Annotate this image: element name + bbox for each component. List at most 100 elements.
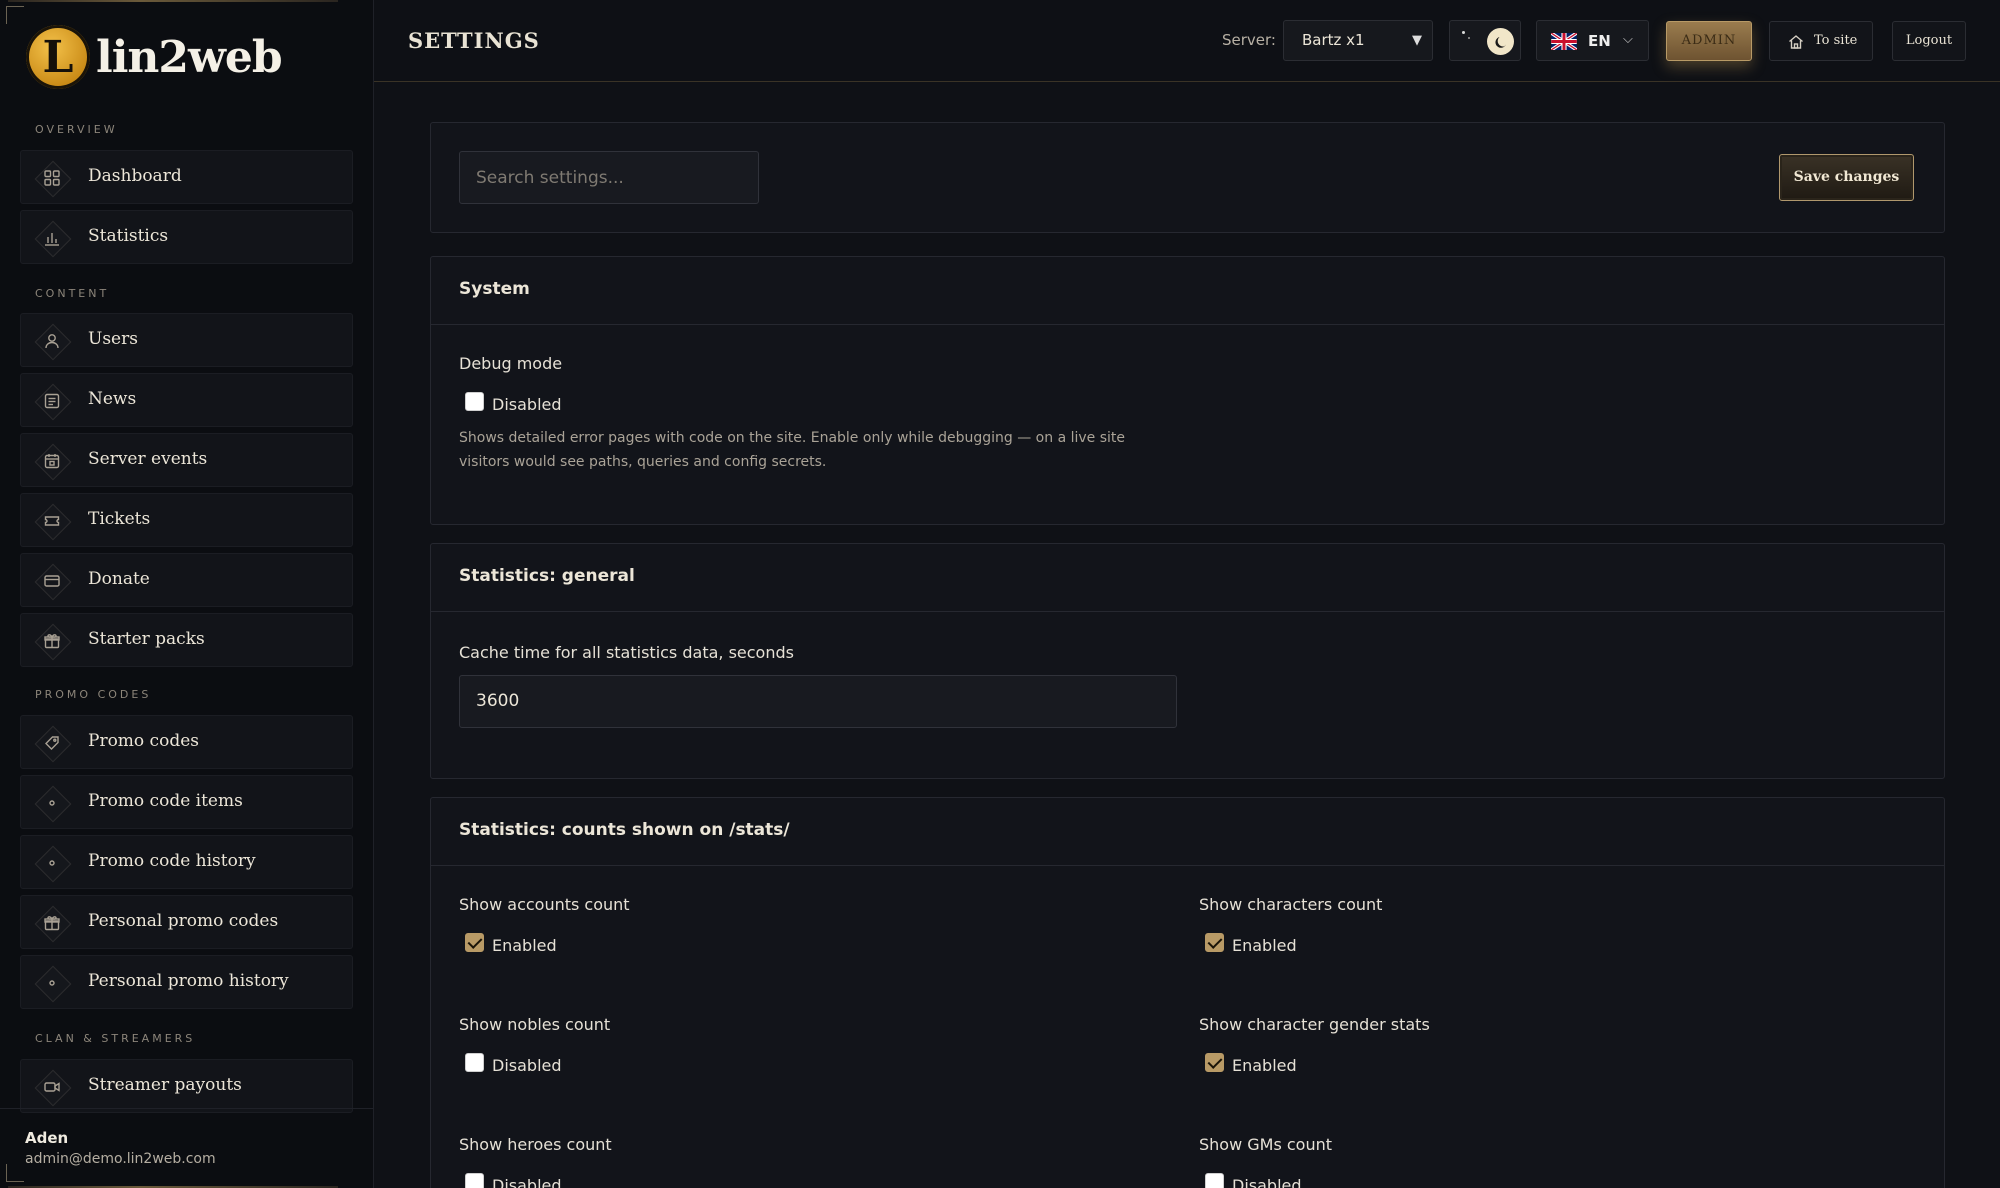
server-select-value: Bartz x1	[1302, 31, 1365, 49]
section-label-promo: Promo codes	[35, 688, 152, 701]
chevron-down-icon: ▼	[1412, 33, 1422, 48]
gms-count-label: Show GMs count	[1199, 1135, 1333, 1154]
page-title: SETTINGS	[408, 28, 540, 53]
sidebar-item-starter-packs[interactable]: Starter packs	[20, 613, 353, 667]
sidebar-item-label: Promo code history	[88, 851, 256, 871]
sidebar-item-promo-code-items[interactable]: Promo code items	[20, 775, 353, 829]
card-title: Statistics: general	[459, 566, 635, 586]
sidebar-item-label: Personal promo history	[88, 971, 289, 991]
user-email: admin@demo.lin2web.com	[25, 1151, 216, 1167]
sidebar-item-label: Promo code items	[88, 791, 243, 811]
gender-stats-checkbox[interactable]	[1205, 1053, 1224, 1072]
logo-text: lin2web	[96, 31, 283, 83]
gms-count-state: Disabled	[1232, 1176, 1302, 1188]
characters-count-label: Show characters count	[1199, 895, 1383, 914]
sidebar-item-dashboard[interactable]: Dashboard	[20, 150, 353, 204]
save-button[interactable]: Save changes	[1779, 154, 1914, 201]
gender-stats-label: Show character gender stats	[1199, 1015, 1430, 1034]
gift-icon	[35, 624, 69, 658]
sidebar-item-label: Personal promo codes	[88, 911, 279, 931]
sidebar-item-label: Users	[88, 329, 138, 349]
server-select[interactable]: Bartz x1 ▼	[1283, 20, 1433, 61]
calendar-icon	[35, 444, 69, 478]
card-header: Statistics: general	[431, 544, 1944, 612]
statistics-counts-card: Statistics: counts shown on /stats/ Show…	[430, 797, 1945, 1188]
gift-icon	[35, 906, 69, 940]
gms-count-checkbox[interactable]	[1205, 1173, 1224, 1188]
characters-count-checkbox[interactable]	[1205, 933, 1224, 952]
accounts-count-state: Enabled	[492, 936, 557, 955]
sidebar-item-personal-promo-codes[interactable]: Personal promo codes	[20, 895, 353, 949]
sidebar-item-tickets[interactable]: Tickets	[20, 493, 353, 547]
nobles-count-checkbox[interactable]	[465, 1053, 484, 1072]
sidebar-item-label: Tickets	[88, 509, 151, 529]
debug-mode-label: Debug mode	[459, 354, 563, 373]
cache-time-input[interactable]: 3600	[459, 675, 1177, 728]
theme-toggle[interactable]	[1449, 20, 1521, 61]
corner-ornament	[6, 6, 24, 24]
nobles-count-label: Show nobles count	[459, 1015, 611, 1034]
section-label-content: Content	[35, 287, 110, 300]
sidebar-item-donate[interactable]: Donate	[20, 553, 353, 607]
star-icon	[1462, 31, 1465, 34]
sidebar-item-label: Statistics	[88, 226, 169, 246]
section-label-clan: Clan & streamers	[35, 1032, 196, 1045]
dot-icon	[35, 846, 69, 880]
heroes-count-state: Disabled	[492, 1176, 562, 1188]
language-select[interactable]: EN ⌵	[1536, 20, 1649, 61]
sidebar-item-news[interactable]: News	[20, 373, 353, 427]
card-header: System	[431, 257, 1944, 325]
card-title: Statistics: counts shown on /stats/	[459, 820, 790, 840]
cache-time-label: Cache time for all statistics data, seco…	[459, 643, 794, 662]
sidebar-item-label: Promo codes	[88, 731, 199, 751]
sidebar-item-label: Streamer payouts	[88, 1075, 242, 1095]
dot-icon	[35, 966, 69, 1000]
star-icon	[1468, 37, 1470, 39]
sidebar-item-label: Donate	[88, 569, 150, 589]
debug-mode-hint: Shows detailed error pages with code on …	[459, 430, 1126, 470]
dot-icon	[35, 786, 69, 820]
chevron-down-icon: ⌵	[1623, 32, 1633, 47]
card-icon	[35, 564, 69, 598]
statistics-general-card: Statistics: general Cache time for all s…	[430, 543, 1945, 779]
topbar: SETTINGS Server: Bartz x1 ▼ EN ⌵ ADMIN T…	[374, 0, 2000, 82]
system-settings-card: System Debug mode Disabled Shows detaile…	[430, 256, 1945, 525]
grid-icon	[35, 161, 69, 195]
sidebar-item-streamer-payouts[interactable]: Streamer payouts	[20, 1059, 353, 1113]
accounts-count-checkbox[interactable]	[465, 933, 484, 952]
search-input[interactable]	[459, 151, 759, 204]
heroes-count-label: Show heroes count	[459, 1135, 612, 1154]
server-label: Server:	[1222, 31, 1276, 49]
sidebar-item-label: News	[88, 389, 137, 409]
language-code: EN	[1588, 32, 1611, 50]
video-icon	[35, 1070, 69, 1104]
newspaper-icon	[35, 384, 69, 418]
sidebar-item-server-events[interactable]: Server events	[20, 433, 353, 487]
debug-mode-checkbox[interactable]	[465, 392, 484, 411]
characters-count-state: Enabled	[1232, 936, 1297, 955]
sidebar-item-personal-promo-history[interactable]: Personal promo history	[20, 955, 353, 1009]
sidebar-item-promo-codes[interactable]: Promo codes	[20, 715, 353, 769]
logo[interactable]: L lin2web	[26, 24, 283, 90]
heroes-count-checkbox[interactable]	[465, 1173, 484, 1188]
accounts-count-label: Show accounts count	[459, 895, 630, 914]
sidebar-item-users[interactable]: Users	[20, 313, 353, 367]
logout-button[interactable]: Logout	[1892, 21, 1966, 61]
to-site-button[interactable]: To site	[1769, 21, 1873, 61]
logo-mark: L	[26, 25, 90, 89]
sidebar-item-promo-code-history[interactable]: Promo code history	[20, 835, 353, 889]
user-icon	[35, 324, 69, 358]
uk-flag-icon	[1551, 33, 1577, 50]
nobles-count-state: Disabled	[492, 1056, 562, 1075]
user-name: Aden	[25, 1129, 69, 1147]
admin-button[interactable]: ADMIN	[1666, 21, 1752, 61]
home-icon	[1789, 35, 1803, 49]
sidebar: L lin2web Overview Dashboard Statistics …	[0, 0, 374, 1188]
to-site-label: To site	[1814, 33, 1858, 48]
ticket-icon	[35, 504, 69, 538]
moon-icon	[1487, 28, 1514, 55]
card-header: Statistics: counts shown on /stats/	[431, 798, 1944, 866]
sidebar-item-label: Starter packs	[88, 629, 205, 649]
section-label-overview: Overview	[35, 123, 118, 136]
sidebar-item-statistics[interactable]: Statistics	[20, 210, 353, 264]
